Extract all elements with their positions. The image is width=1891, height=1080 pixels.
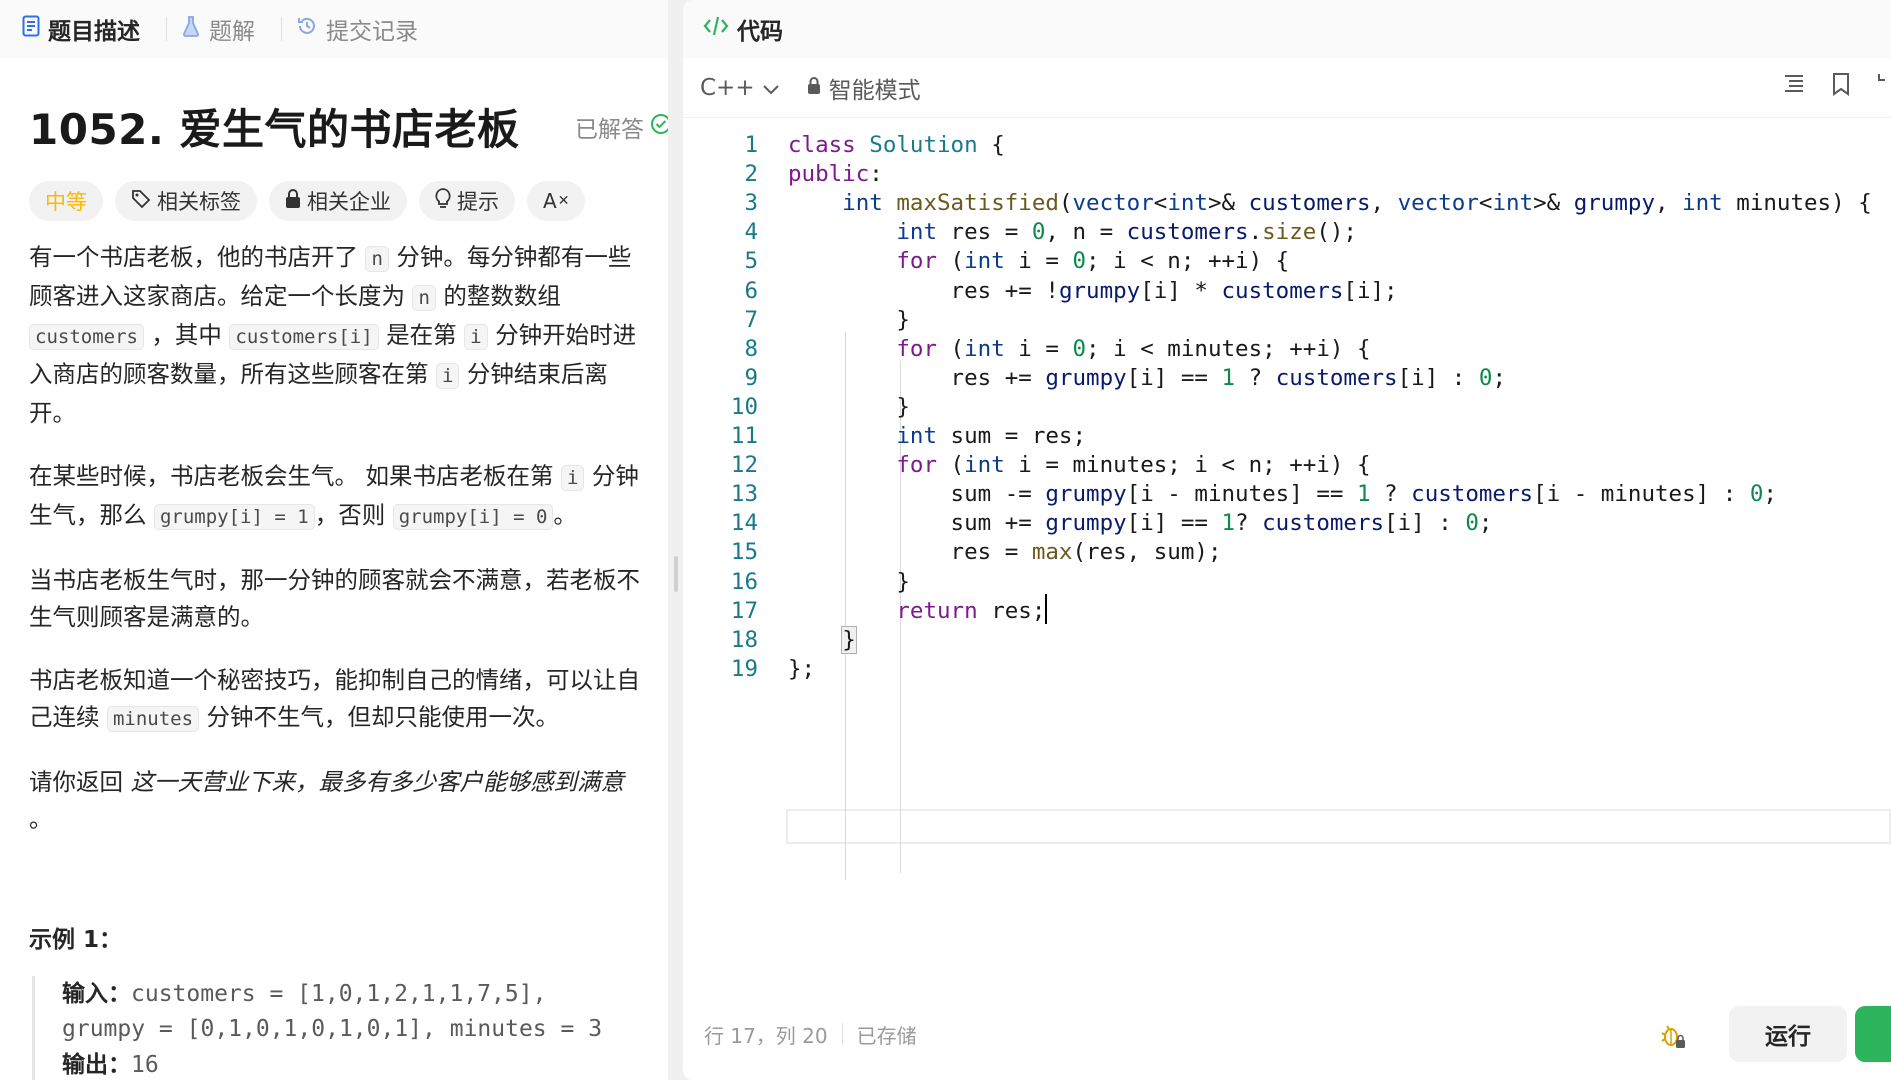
hint-tag-button[interactable]: 提示 [419,181,515,221]
problem-tags: 中等 相关标签 相关企业 提示 A ✕ [0,157,668,221]
text: 分钟不生气，但却只能使用一次。 [199,703,560,731]
desc-paragraph-4: 书店老板知道一个秘密技巧，能抑制自己的情绪，可以让自己连续 minutes 分钟… [29,662,654,738]
tab-description-label: 题目描述 [48,19,140,45]
code-panel: 代码 C++ 智能模式 1 class Solution {2 public:… [683,0,1891,1080]
smart-mode-toggle[interactable]: 智能模式 [807,71,921,105]
difficulty-badge: 中等 [29,181,103,221]
example-block: 输入：customers = [1,0,1,2,1,1,7,5], grumpy… [32,976,668,1080]
app-root: 题目描述 题解 提交记录 1052. 爱生气的书店老板 已解答 中等 相关标签 … [0,0,1891,1080]
inline-code: customers [29,324,144,350]
panel-splitter[interactable] [668,0,683,1080]
code-panel-title: 代码 [737,19,783,45]
text: 的整数数组 [435,282,561,310]
description-icon [22,15,40,43]
example-output: 16 [131,1052,159,1078]
tab-divider [281,17,282,41]
lock-icon [807,75,821,101]
inline-code: i [464,324,488,350]
language-select[interactable]: C++ [700,75,779,101]
text: 在某些时候，书店老板会生气。 如果书店老板在第 [29,462,561,490]
text: 请你返回 [29,768,131,796]
example-input: customers = [1,0,1,2,1,1,7,5], [131,981,547,1007]
hint-tag-label: 提示 [457,190,499,214]
inline-code: n [365,246,389,272]
topics-tag-button[interactable]: 相关标签 [115,181,257,221]
text: 有一个书店老板，他的书店开了 [29,243,366,271]
example-input: grumpy = [0,1,0,1,0,1,0,1], minutes = 3 [62,1016,603,1042]
inline-code: n [412,285,436,311]
code-text: }; [788,655,816,682]
saved-status: 已存储 [856,1023,917,1048]
inline-code: customers[i] [229,324,379,350]
problem-tabs: 题目描述 题解 提交记录 [0,0,668,58]
desc-paragraph-1: 有一个书店老板，他的书店开了 n 分钟。每分钟都有一些顾客进入这家商店。给定一个… [29,239,654,432]
inline-code: i [560,465,585,491]
problem-title[interactable]: 1052. 爱生气的书店老板 [29,96,519,157]
check-circle-icon [650,113,668,141]
text: 。 [29,805,53,833]
desc-paragraph-3: 当书店老板生气时，那一分钟的顾客就会不满意，若老板不生气则顾客是满意的。 [29,566,640,631]
text: 。 [553,501,577,529]
text-cursor [1045,593,1048,624]
tag-icon [131,189,151,214]
chevron-down-icon [762,75,779,101]
tab-solutions-label: 题解 [209,19,255,45]
run-button[interactable]: 运行 [1729,1006,1847,1062]
splitter-handle[interactable] [674,556,678,592]
editor-statusbar: 行 17，列 20 已存储 [683,988,1891,1080]
translate-icon: A ✕ [543,189,570,213]
tab-description[interactable]: 题目描述 [22,12,154,46]
toolbar-actions [1783,72,1891,100]
submit-button[interactable] [1855,1006,1891,1062]
lock-icon [285,188,301,214]
input-label: 输入： [62,980,131,1006]
history-icon [296,15,318,43]
tab-solutions[interactable]: 题解 [181,12,269,46]
title-row: 1052. 爱生气的书店老板 已解答 [0,58,668,157]
inline-code: grumpy[i] = 1 [153,504,315,530]
current-line-highlight [786,809,1891,844]
emphasis-text: 这一天营业下来，最多有多少客户能够感到满意 [130,768,624,796]
problem-panel: 题目描述 题解 提交记录 1052. 爱生气的书店老板 已解答 中等 相关标签 … [0,0,668,1080]
code-icon [703,15,729,43]
flask-icon [181,15,201,43]
tab-submissions-label: 提交记录 [326,19,418,45]
text: ，其中 [143,321,230,349]
reset-icon[interactable] [1877,72,1891,100]
language-label: C++ [700,74,755,101]
lightbulb-icon [435,187,451,215]
debug-icon[interactable] [1660,1023,1686,1053]
desc-paragraph-5: 请你返回 这一天营业下来，最多有多少客户能够感到满意。 [29,764,654,838]
topics-tag-label: 相关标签 [157,190,241,214]
translate-button[interactable]: A ✕ [527,181,586,221]
code-panel-header: 代码 [683,0,1891,58]
translate-glyph: A [543,189,557,213]
status-divider [841,1023,843,1045]
companies-tag-label: 相关企业 [307,190,391,214]
format-icon[interactable] [1783,72,1805,100]
example-title: 示例 1： [29,927,123,953]
output-label: 输出： [62,1051,131,1077]
line-number: 19 [730,655,758,682]
tab-divider [166,17,167,41]
tab-submissions[interactable]: 提交记录 [296,12,432,46]
inline-code: minutes [106,706,200,732]
inline-code: i [435,363,460,389]
companies-tag-button[interactable]: 相关企业 [269,181,407,221]
desc-paragraph-2: 在某些时候，书店老板会生气。 如果书店老板在第 i 分钟生气，那么 grumpy… [29,458,654,536]
inline-code: grumpy[i] = 0 [392,504,554,530]
problem-description: 有一个书店老板，他的书店开了 n 分钟。每分钟都有一些顾客进入这家商店。给定一个… [0,221,668,838]
code-line[interactable]: 19}; [683,652,1891,687]
editor-toolbar: C++ 智能模式 [683,58,1891,118]
text: ，否则 [314,501,393,529]
cursor-position: 行 17，列 20 [704,1023,828,1048]
smart-mode-label: 智能模式 [828,77,921,104]
solved-status: 已解答 [575,110,668,144]
bookmark-icon[interactable] [1831,72,1851,100]
code-editor[interactable]: 1 class Solution {2 public: 3 int maxSatisf… [683,128,1891,988]
solved-label: 已解答 [575,116,644,143]
text: 是在第 [378,321,465,349]
